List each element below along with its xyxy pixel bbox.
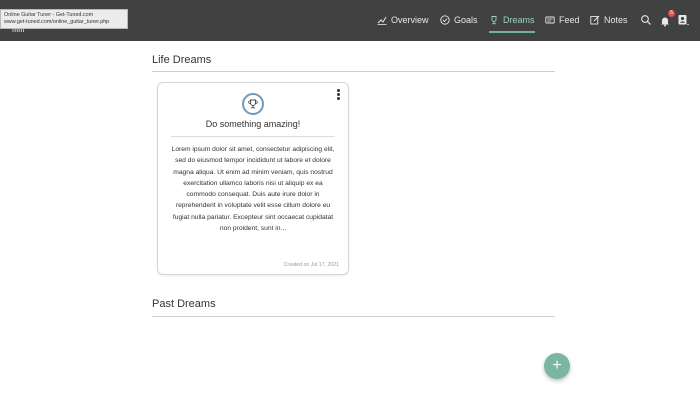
card-divider [171, 136, 335, 137]
browser-tooltip: Online Guitar Tuner - Get-Tuned.com www.… [0, 9, 128, 29]
nav-feed-label: Feed [559, 15, 580, 25]
user-menu-icon[interactable] [677, 14, 689, 26]
nav-goals-label: Goals [454, 15, 478, 25]
dream-card[interactable]: Do something amazing! Lorem ipsum dolor … [157, 82, 349, 275]
nav-goals[interactable]: Goals [440, 10, 478, 30]
past-dreams-heading: Past Dreams [152, 298, 216, 310]
dream-created-date: Created on Jul 17, 2021 [283, 262, 339, 268]
past-dreams-divider [152, 316, 555, 317]
dream-title: Do something amazing! [205, 119, 301, 129]
app-logo[interactable]: mm [12, 29, 42, 33]
nav-overview[interactable]: Overview [377, 10, 429, 30]
nav-dreams[interactable]: Dreams [489, 10, 535, 33]
top-navigation-bar: mm Online Guitar Tuner - Get-Tuned.com w… [0, 0, 700, 41]
bell-icon [661, 17, 669, 27]
notifications-button[interactable]: 5 [659, 10, 675, 27]
dream-description: Lorem ipsum dolor sit amet, consectetur … [171, 146, 335, 233]
nav-feed[interactable]: Feed [545, 10, 580, 30]
feed-icon [545, 16, 555, 24]
life-dreams-divider [152, 71, 555, 72]
nav-notes-label: Notes [604, 15, 628, 25]
active-tab-indicator [489, 31, 535, 33]
tooltip-title: Online Guitar Tuner - Get-Tuned.com [4, 12, 94, 18]
nav-notes[interactable]: Notes [590, 10, 628, 30]
notification-badge: 5 [668, 10, 675, 17]
card-options-menu-icon[interactable] [335, 89, 341, 102]
add-dream-button[interactable]: + [544, 353, 570, 379]
trophy-icon [242, 93, 264, 115]
check-circle-icon [440, 15, 450, 25]
search-icon[interactable] [640, 14, 652, 26]
tooltip-url: www.get-tuned.com/online_guitar_tuner.ph… [4, 19, 110, 26]
life-dreams-heading: Life Dreams [152, 54, 212, 66]
nav-dreams-label: Dreams [503, 15, 535, 25]
chart-line-icon [377, 16, 387, 25]
nav-overview-label: Overview [391, 15, 429, 25]
edit-icon [590, 15, 600, 25]
trophy-icon [491, 16, 497, 25]
